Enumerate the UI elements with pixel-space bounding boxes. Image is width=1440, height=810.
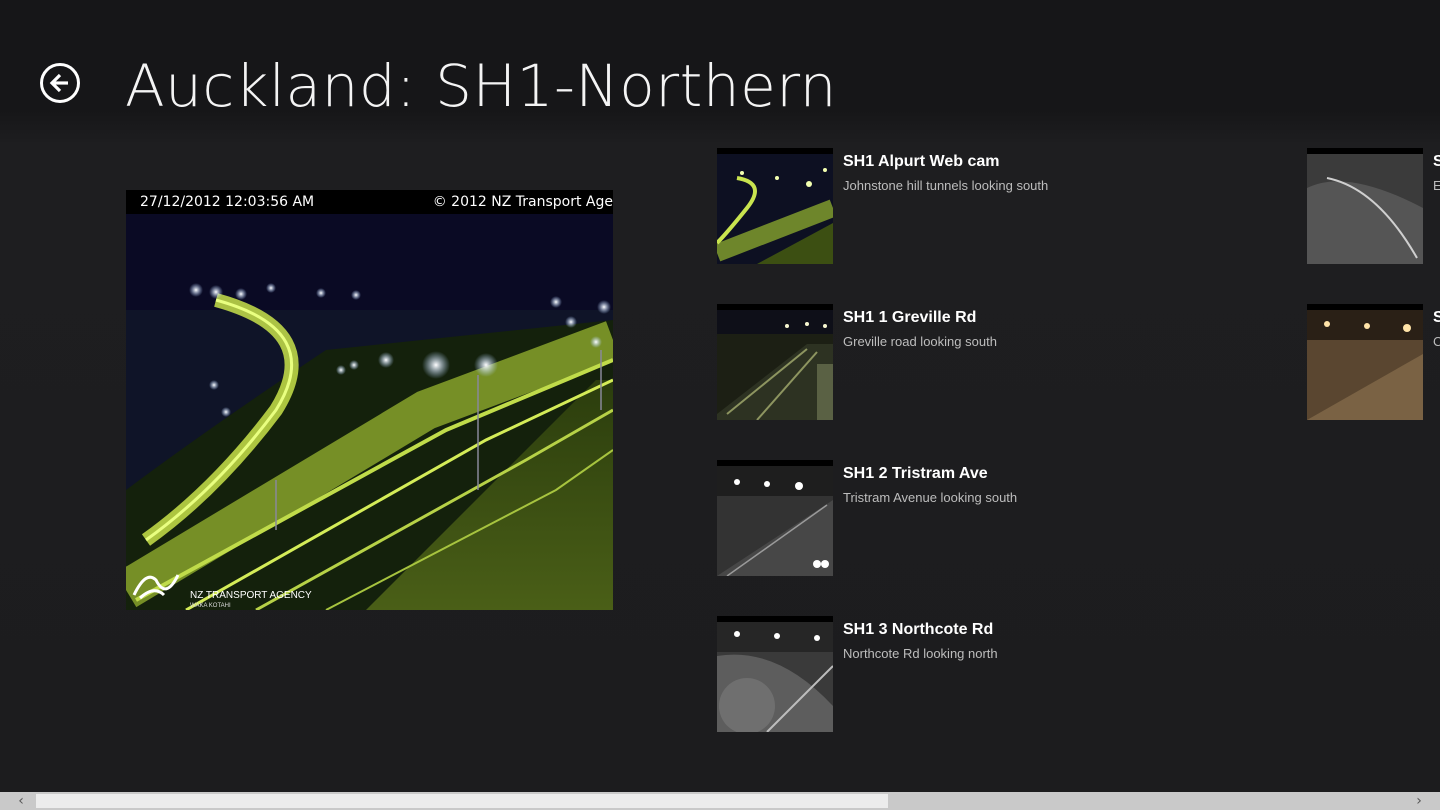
camera-thumbnail (1307, 304, 1423, 420)
logo-text: NZ TRANSPORT AGENCY (190, 590, 312, 601)
camera-thumbnail (1307, 148, 1423, 264)
back-button[interactable] (40, 63, 80, 103)
camera-thumbnail (717, 148, 833, 264)
camera-list-item[interactable]: S E (1307, 148, 1440, 268)
camera-name: SH1 1 Greville Rd (843, 309, 977, 326)
featured-camera-image[interactable]: 27/12/2012 12:03:56 AM © 2012 NZ Transpo… (126, 190, 613, 610)
scroll-right-icon[interactable]: › (1404, 792, 1434, 810)
camera-name: SH1 2 Tristram Ave (843, 465, 988, 482)
camera-description: E (1433, 178, 1440, 193)
camera-list-item[interactable]: SH1 1 Greville Rd Greville road looking … (717, 304, 1277, 424)
camera-thumbnail (717, 616, 833, 732)
scrollbar-thumb[interactable] (36, 794, 888, 808)
camera-scene: NZ TRANSPORT AGENCY WAKA KOTAHI (126, 214, 613, 610)
scroll-left-icon[interactable]: ‹ (6, 792, 36, 810)
horizontal-scrollbar[interactable]: ‹ › (0, 792, 1440, 810)
camera-description: Johnstone hill tunnels looking south (843, 178, 1049, 193)
camera-description: Tristram Avenue looking south (843, 490, 1018, 505)
camera-description: Greville road looking south (843, 334, 997, 349)
camera-name: SH1 Alpurt Web cam (843, 153, 1000, 170)
camera-list-item[interactable]: SH1 Alpurt Web cam Johnstone hill tunnel… (717, 148, 1277, 268)
camera-timestamp: 27/12/2012 12:03:56 AM (140, 194, 315, 210)
camera-list-item[interactable]: S C (1307, 304, 1440, 424)
camera-list-item[interactable]: SH1 2 Tristram Ave Tristram Avenue looki… (717, 460, 1277, 580)
camera-description: Northcote Rd looking north (843, 646, 998, 661)
camera-thumbnail (717, 304, 833, 420)
page-title: Auckland: SH1-Northern (125, 52, 837, 120)
camera-name: SH1 3 Northcote Rd (843, 621, 994, 638)
camera-thumbnail (717, 460, 833, 576)
camera-name: S (1433, 153, 1440, 170)
app-window: Auckland: SH1-Northern 27/12/2012 12:03:… (0, 0, 1440, 810)
camera-stamp-bar: 27/12/2012 12:03:56 AM © 2012 NZ Transpo… (126, 190, 613, 214)
camera-list-item[interactable]: SH1 3 Northcote Rd Northcote Rd looking … (717, 616, 1277, 736)
camera-description: C (1433, 334, 1440, 349)
back-arrow-icon (49, 73, 68, 93)
camera-copyright: © 2012 NZ Transport Age (432, 194, 613, 210)
camera-name: S (1433, 309, 1440, 326)
logo-subtext: WAKA KOTAHI (190, 603, 231, 609)
